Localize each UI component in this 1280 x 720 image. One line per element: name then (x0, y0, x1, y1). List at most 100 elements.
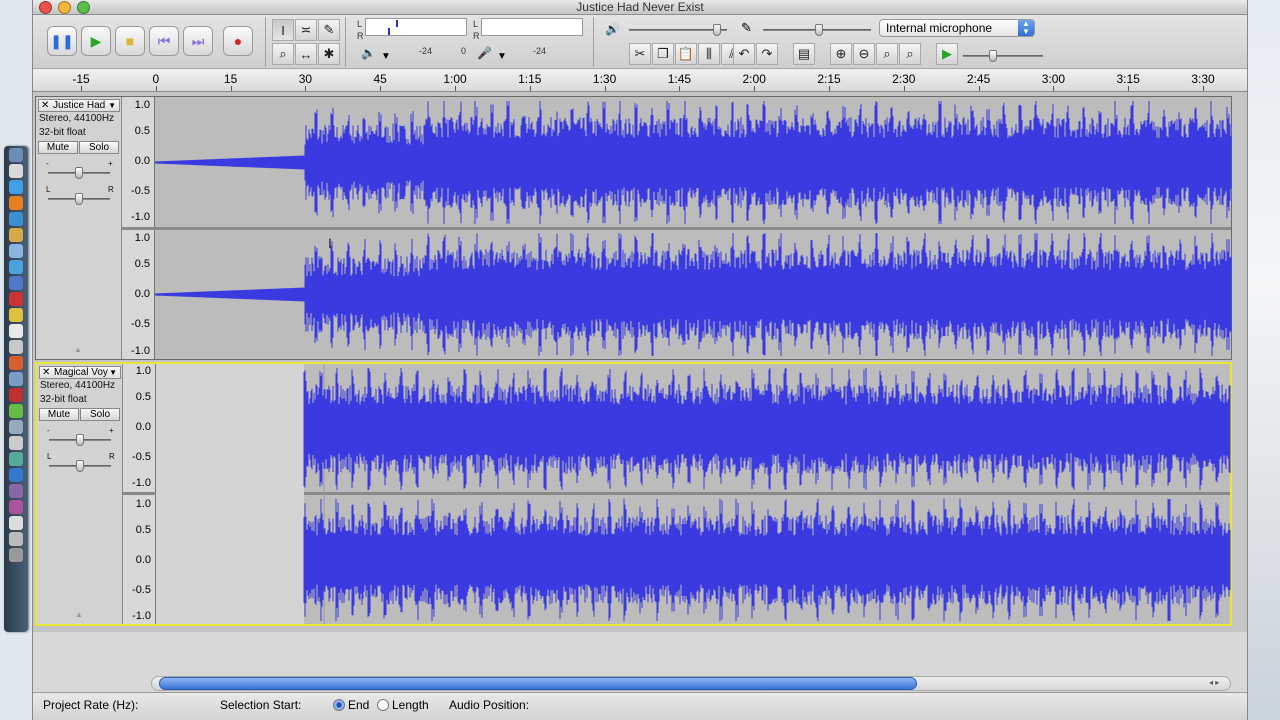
chevron-down-icon[interactable]: ▼ (381, 51, 391, 62)
envelope-tool[interactable]: ≍ (295, 19, 317, 41)
close-track-icon[interactable]: ✕ (42, 367, 50, 378)
dock-icon[interactable] (9, 404, 23, 418)
close-window-button[interactable] (39, 1, 52, 14)
waveform[interactable] (156, 364, 1231, 624)
gain-plus-label: + (109, 426, 114, 435)
dock-icon[interactable] (9, 388, 23, 402)
fit-selection-button[interactable]: ⌕ (876, 43, 898, 65)
scale-label: 0.0 (135, 421, 151, 433)
chevron-down-icon[interactable]: ▼ (497, 51, 507, 62)
gain-slider[interactable] (49, 434, 111, 446)
selection-tool[interactable]: I (272, 19, 294, 41)
zoom-in-button[interactable]: ⊕ (830, 43, 852, 65)
waveform[interactable] (155, 97, 1232, 359)
track-name-menu[interactable]: ✕ Justice Had ▼ (38, 99, 120, 112)
zoom-window-button[interactable] (77, 1, 90, 14)
volume-icon: 🔊 (605, 22, 620, 36)
dock-icon[interactable] (9, 148, 23, 162)
play-at-speed-button[interactable]: ▶ (936, 43, 958, 65)
copy-button[interactable]: ❐ (652, 43, 674, 65)
dock-icon[interactable] (9, 372, 23, 386)
trim-button[interactable]: ⫼ (698, 43, 720, 65)
record-button[interactable]: ● (223, 26, 253, 56)
dock-icon[interactable] (9, 516, 23, 530)
pan-l-label: L (46, 185, 51, 194)
dock-icon[interactable] (9, 548, 23, 562)
stop-button[interactable]: ■ (115, 26, 145, 56)
dock-icon[interactable] (9, 164, 23, 178)
dock-icon[interactable] (9, 452, 23, 466)
end-radio[interactable]: End (333, 698, 369, 712)
collapse-track-icon[interactable]: ▲ (75, 610, 83, 619)
mute-button[interactable]: Mute (38, 141, 78, 154)
status-bar: Project Rate (Hz): Selection Start: End … (33, 692, 1247, 720)
length-radio[interactable]: Length (377, 698, 429, 712)
track-name-menu[interactable]: ✕ Magical Voy ▼ (39, 366, 121, 379)
multi-tool[interactable]: ✱ (318, 43, 340, 65)
skip-to-end-button[interactable]: ⏭ (183, 26, 213, 56)
dock-icon[interactable] (9, 356, 23, 370)
dock-icon[interactable] (9, 228, 23, 242)
draw-tool[interactable]: ✎ (318, 19, 340, 41)
dock-icon[interactable] (9, 484, 23, 498)
output-meter[interactable] (365, 18, 467, 36)
dock-icon[interactable] (9, 532, 23, 546)
dock-icon[interactable] (9, 196, 23, 210)
dock-icon[interactable] (9, 292, 23, 306)
timeline-ruler[interactable]: -15 0 15 30 45 1:00 1:15 1:30 1:45 2:00 2:15 2:30 2:… (33, 69, 1247, 92)
dock-icon[interactable] (9, 260, 23, 274)
output-volume-slider[interactable] (629, 24, 727, 36)
pan-slider[interactable] (49, 460, 111, 472)
audio-track[interactable]: ✕ Justice Had ▼ Stereo, 44100Hz 32-bit f… (35, 96, 1232, 360)
scale-label: 0.0 (135, 554, 151, 566)
pencil-icon: ✎ (323, 22, 335, 37)
skip-to-start-button[interactable]: ⏮ (149, 26, 179, 56)
dock-icon[interactable] (9, 500, 23, 514)
audio-track-selected[interactable]: ✕ Magical Voy ▼ Stereo, 44100Hz 32-bit f… (35, 362, 1232, 626)
collapse-track-icon[interactable]: ▲ (74, 345, 82, 354)
minimize-window-button[interactable] (58, 1, 71, 14)
scrollbar-thumb[interactable] (159, 677, 917, 690)
scroll-arrows-icon[interactable]: ◂ ▸ (1209, 678, 1219, 687)
dock-icon[interactable] (9, 276, 23, 290)
dock-icon[interactable] (9, 468, 23, 482)
pan-slider[interactable] (48, 193, 110, 205)
close-track-icon[interactable]: ✕ (41, 100, 49, 111)
gain-slider[interactable] (48, 167, 110, 179)
dock-icon[interactable] (9, 324, 23, 338)
input-meter[interactable] (481, 18, 583, 36)
fit-project-button[interactable]: ⌕ (899, 43, 921, 65)
zoom-tool[interactable]: ⌕ (272, 43, 294, 65)
track-control-panel: ✕ Magical Voy ▼ Stereo, 44100Hz 32-bit f… (37, 364, 123, 624)
pause-button[interactable]: ❚❚ (47, 26, 77, 56)
zoom-out-button[interactable]: ⊖ (853, 43, 875, 65)
sync-lock-button[interactable]: ▤ (793, 43, 815, 65)
fit-selection-icon: ⌕ (883, 46, 891, 61)
dock-icon[interactable] (9, 308, 23, 322)
dock-icon[interactable] (9, 180, 23, 194)
input-volume-slider[interactable] (763, 24, 871, 36)
scale-label: 1.0 (134, 232, 150, 244)
redo-button[interactable]: ↷ (756, 43, 778, 65)
mute-button[interactable]: Mute (39, 408, 79, 421)
dock-icon[interactable] (9, 420, 23, 434)
paste-button[interactable]: 📋 (675, 43, 697, 65)
pan-r-label: R (109, 452, 115, 461)
play-button[interactable]: ▶ (81, 26, 111, 56)
dock-icon[interactable] (9, 436, 23, 450)
meter-r-label: R (357, 31, 364, 41)
solo-button[interactable]: Solo (79, 141, 119, 154)
skip-end-icon: ⏭ (191, 32, 205, 49)
input-device-select[interactable]: Internal microphone ▲ ▼ (879, 19, 1035, 37)
pan-r-label: R (108, 185, 114, 194)
dock-icon[interactable] (9, 244, 23, 258)
audio-position-label: Audio Position: (449, 698, 530, 712)
timeshift-tool[interactable]: ↔ (295, 43, 317, 65)
ruler-tick-label: 30 (298, 72, 313, 86)
dock-icon[interactable] (9, 340, 23, 354)
cut-button[interactable]: ✂ (629, 43, 651, 65)
play-speed-slider[interactable] (963, 50, 1043, 62)
undo-button[interactable]: ↶ (733, 43, 755, 65)
solo-button[interactable]: Solo (80, 408, 120, 421)
dock-icon[interactable] (9, 212, 23, 226)
